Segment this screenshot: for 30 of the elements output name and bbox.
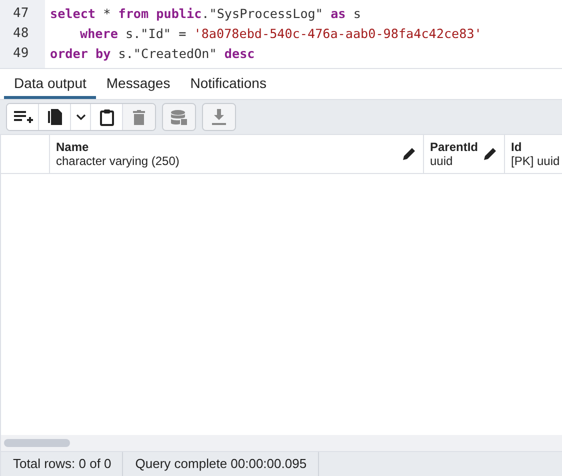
column-name: ParentId [430, 140, 478, 154]
code-line: select * from public."SysProcessLog" as s [50, 5, 362, 23]
line-number: 47 [12, 5, 30, 23]
query-status: Query complete 00:00:00.095 [123, 452, 319, 476]
pencil-icon [403, 148, 415, 160]
pencil-icon [484, 148, 496, 160]
column-type: uuid [430, 154, 454, 168]
total-rows: Total rows: 0 of 0 [1, 452, 124, 476]
chevron-down-icon [76, 114, 86, 120]
code-line: where s."Id" = '8a078ebd-540c-476a-aab0-98fa4c42ce83' [79, 25, 482, 43]
database-save-icon [171, 110, 187, 124]
scrollbar-thumb[interactable] [4, 439, 70, 447]
column-header[interactable]: ParentId uuid [424, 135, 505, 173]
line-number: 48 [12, 25, 30, 43]
column-type: [PK] uuid [511, 154, 560, 168]
line-number: 49 [12, 45, 30, 63]
clipboard-icon [100, 108, 114, 126]
tab[interactable]: Messages [96, 69, 180, 99]
copy-icon [48, 109, 62, 125]
column-name: Id [511, 140, 523, 154]
code-line: order by s."CreatedOn" desc [50, 45, 256, 63]
add-row-button[interactable] [7, 104, 39, 130]
column-name: Name [56, 140, 90, 154]
tab[interactable]: Notifications [180, 69, 276, 99]
download-icon [212, 109, 226, 125]
trash-icon [133, 110, 145, 124]
column-type: character varying (250) [56, 154, 180, 168]
column-header[interactable]: Name character varying (250) [50, 135, 424, 173]
column-header[interactable]: Id [PK] uuid [505, 135, 562, 173]
add-row-icon [12, 110, 32, 124]
